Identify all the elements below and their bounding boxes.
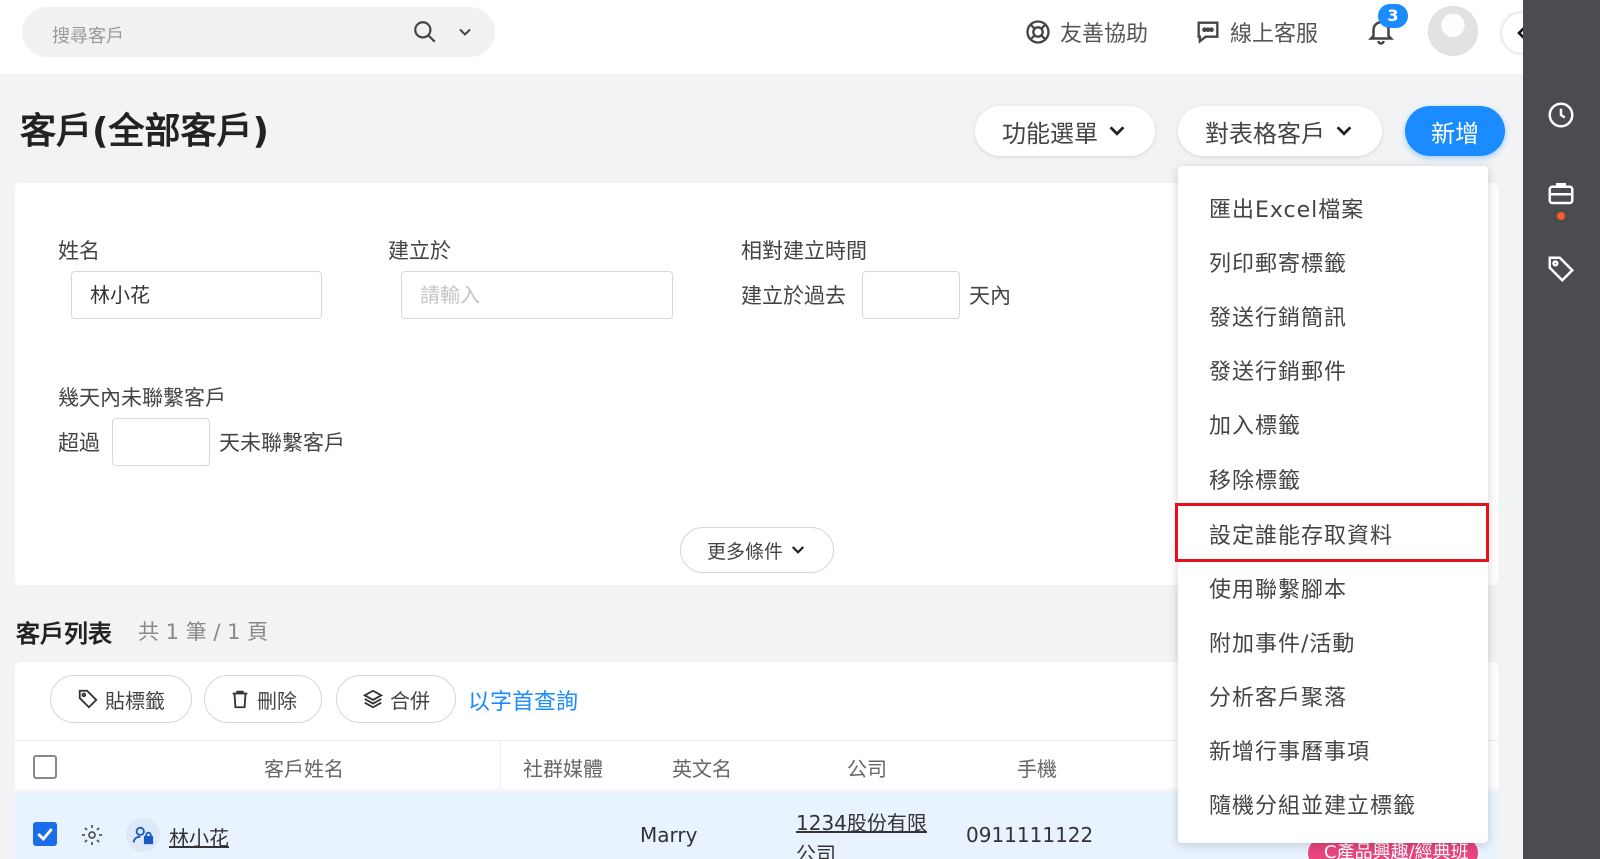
menu-item-random-group[interactable]: 隨機分組並建立標籤 bbox=[1209, 788, 1416, 820]
help-link[interactable]: 友善協助 bbox=[1024, 16, 1148, 48]
check-icon bbox=[37, 828, 53, 842]
trash-icon bbox=[232, 690, 248, 709]
menu-item-contact-script[interactable]: 使用聯繫腳本 bbox=[1209, 572, 1347, 604]
chevron-down-icon bbox=[1109, 126, 1125, 136]
created-field[interactable]: 請輸入 bbox=[401, 271, 673, 319]
col-social[interactable]: 社群媒體 bbox=[523, 753, 603, 782]
menu-item-export-excel[interactable]: 匯出Excel檔案 bbox=[1209, 192, 1364, 224]
relative-prefix: 建立於過去 bbox=[741, 284, 846, 308]
select-all-checkbox[interactable] bbox=[33, 755, 57, 779]
list-title: 客戶列表 bbox=[16, 620, 112, 648]
col-english-name[interactable]: 英文名 bbox=[672, 753, 732, 782]
menu-item-set-access[interactable]: 設定誰能存取資料 bbox=[1209, 518, 1393, 550]
help-label: 友善協助 bbox=[1060, 22, 1149, 47]
alert-dot bbox=[1557, 212, 1565, 220]
delete-button[interactable]: 刪除 bbox=[204, 675, 322, 723]
no-contact-label: 幾天內未聯繫客戶 bbox=[58, 386, 226, 410]
table-customer-label: 對表格客戶 bbox=[1205, 119, 1325, 148]
relative-time-label: 相對建立時間 bbox=[741, 239, 867, 263]
initial-search-link[interactable]: 以字首查詢 bbox=[468, 684, 578, 716]
merge-button[interactable]: 合併 bbox=[336, 675, 456, 723]
menu-item-send-sms[interactable]: 發送行銷簡訊 bbox=[1209, 300, 1347, 332]
menu-item-add-tag[interactable]: 加入標籤 bbox=[1209, 408, 1301, 440]
menu-item-print-labels[interactable]: 列印郵寄標籤 bbox=[1209, 246, 1347, 278]
briefcase-icon[interactable] bbox=[1546, 178, 1576, 208]
more-conditions-label: 更多條件 bbox=[706, 540, 783, 563]
gear-icon[interactable] bbox=[80, 823, 104, 847]
layers-icon bbox=[362, 689, 384, 709]
name-field[interactable]: 林小花 bbox=[71, 271, 322, 319]
more-conditions-button[interactable]: 更多條件 bbox=[680, 527, 834, 573]
lifebuoy-icon bbox=[1026, 20, 1050, 44]
tag-button[interactable]: 貼標籤 bbox=[50, 675, 192, 723]
no-contact-prefix: 超過 bbox=[58, 431, 100, 455]
chevron-down-icon bbox=[1336, 126, 1352, 136]
menu-item-analyze-cluster[interactable]: 分析客戶聚落 bbox=[1209, 680, 1347, 712]
function-menu-label: 功能選單 bbox=[1002, 119, 1098, 148]
menu-item-add-calendar[interactable]: 新增行事曆事項 bbox=[1209, 734, 1370, 766]
table-customer-button[interactable]: 對表格客戶 bbox=[1178, 106, 1382, 156]
col-name[interactable]: 客戶姓名 bbox=[264, 753, 344, 782]
menu-item-remove-tag[interactable]: 移除標籤 bbox=[1209, 463, 1301, 495]
tag-button-label: 貼標籤 bbox=[105, 688, 165, 713]
access-badge[interactable] bbox=[126, 818, 160, 852]
menu-item-send-email[interactable]: 發送行銷郵件 bbox=[1209, 354, 1347, 386]
chevron-down-icon bbox=[791, 546, 805, 554]
company-link-line2[interactable]: 公司 bbox=[796, 838, 836, 859]
support-label: 線上客服 bbox=[1230, 22, 1319, 47]
english-name-cell: Marry bbox=[640, 823, 698, 847]
tag-icon[interactable] bbox=[1546, 254, 1576, 284]
list-count: 共 1 筆 / 1 頁 bbox=[138, 620, 269, 644]
avatar[interactable] bbox=[1428, 6, 1478, 56]
col-mobile[interactable]: 手機 bbox=[1017, 753, 1057, 782]
clock-icon[interactable] bbox=[1546, 100, 1576, 130]
name-label: 姓名 bbox=[58, 239, 100, 263]
company-link[interactable]: 1234股份有限 bbox=[796, 807, 927, 836]
customer-name-link[interactable]: 林小花 bbox=[169, 822, 229, 851]
support-link[interactable]: 線上客服 bbox=[1194, 16, 1318, 48]
row-checkbox[interactable] bbox=[33, 822, 57, 846]
chat-support-icon bbox=[1197, 21, 1219, 44]
menu-item-attach-event[interactable]: 附加事件/活動 bbox=[1209, 626, 1355, 658]
merge-button-label: 合併 bbox=[390, 688, 430, 713]
col-company[interactable]: 公司 bbox=[847, 753, 887, 782]
delete-button-label: 刪除 bbox=[257, 688, 297, 713]
created-label: 建立於 bbox=[388, 239, 451, 263]
no-contact-suffix: 天未聯繫客戶 bbox=[219, 431, 345, 455]
search-icon[interactable] bbox=[412, 19, 438, 45]
notification-badge: 3 bbox=[1378, 4, 1408, 28]
new-button[interactable]: 新增 bbox=[1405, 106, 1505, 156]
page-title: 客戶(全部客戶) bbox=[20, 111, 269, 152]
chevron-down-icon[interactable] bbox=[455, 22, 475, 42]
user-lock-icon bbox=[132, 826, 154, 845]
tag-icon bbox=[78, 689, 98, 709]
relative-days-field[interactable] bbox=[862, 271, 960, 319]
no-contact-days-field[interactable] bbox=[112, 418, 210, 466]
mobile-cell: 0911111122 bbox=[966, 823, 1094, 847]
function-menu-button[interactable]: 功能選單 bbox=[975, 106, 1155, 156]
relative-suffix: 天內 bbox=[969, 284, 1011, 308]
search-box[interactable]: 搜尋客戶 bbox=[22, 7, 495, 57]
search-input[interactable]: 搜尋客戶 bbox=[52, 22, 124, 48]
column-divider bbox=[500, 740, 501, 790]
